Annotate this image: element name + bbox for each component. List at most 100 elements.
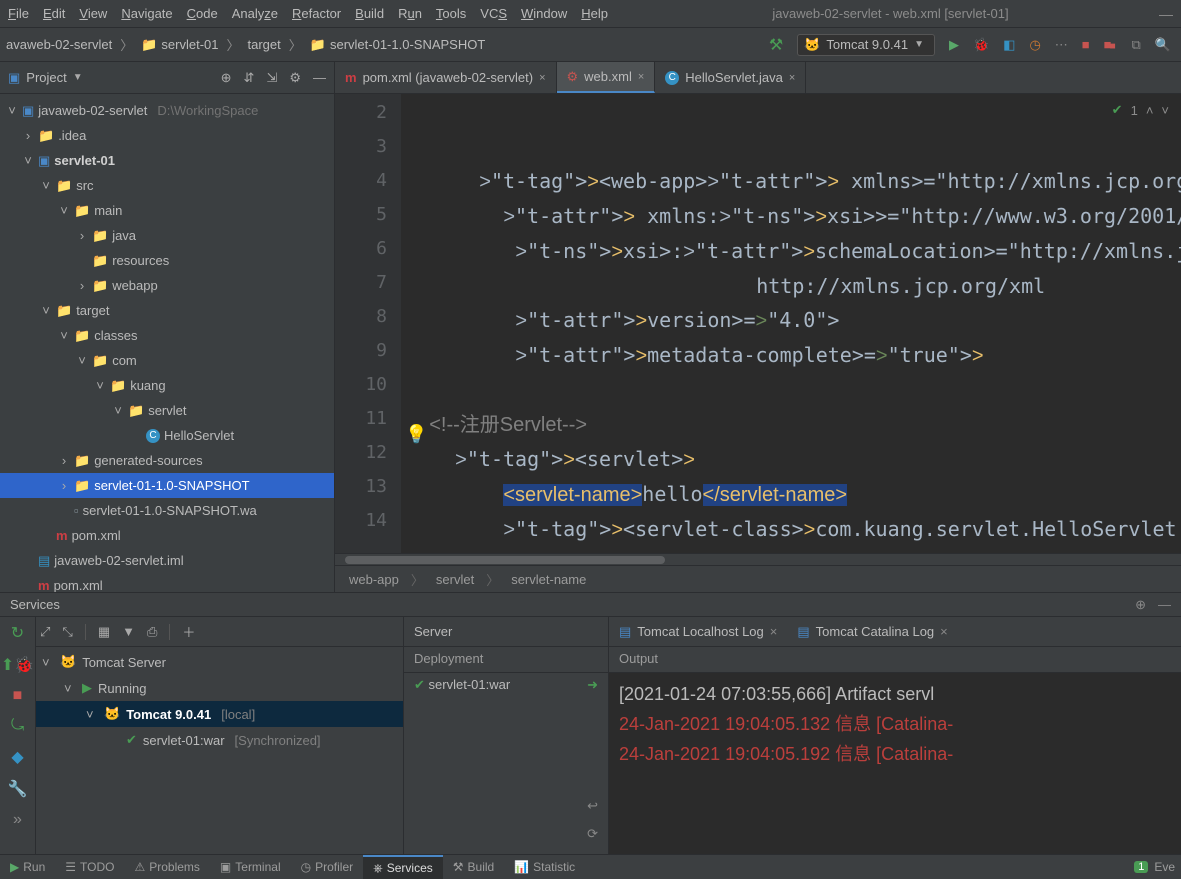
collapse-all-icon[interactable]: ⇲ (266, 70, 277, 86)
services-tree-row[interactable]: ˅🐱Tomcat Server (36, 649, 403, 675)
close-icon[interactable]: × (770, 624, 778, 639)
tree-row[interactable]: mpom.xml (0, 523, 334, 548)
layout-icon[interactable]: ⎙ (147, 624, 157, 640)
menu-navigate[interactable]: Navigate (121, 6, 172, 21)
server-tab[interactable]: Server (414, 624, 452, 639)
tree-row[interactable]: ˅📁target (0, 298, 334, 323)
menu-build[interactable]: Build (355, 6, 384, 21)
tree-row[interactable]: ›📁servlet-01-1.0-SNAPSHOT (0, 473, 334, 498)
editor-tab[interactable]: ⚙web.xml× (557, 62, 656, 93)
stop-button-icon[interactable]: ■ (1082, 37, 1090, 52)
menu-run[interactable]: Run (398, 6, 422, 21)
redeploy-icon[interactable]: ⤿ (11, 717, 24, 735)
tree-arrow-icon[interactable]: ˅ (6, 103, 18, 118)
hide-icon[interactable]: — (1158, 597, 1171, 613)
editor-tab[interactable]: CHelloServlet.java× (655, 62, 806, 93)
close-icon[interactable]: × (539, 72, 545, 84)
menu-vcs[interactable]: VCS (480, 6, 507, 21)
deploy-bug-icon[interactable]: ⬆🐞 (1, 655, 34, 675)
tree-arrow-icon[interactable] (22, 553, 34, 568)
tree-arrow-icon[interactable]: › (58, 453, 70, 468)
menu-window[interactable]: Window (521, 6, 567, 21)
gear-icon[interactable]: ⚙ (289, 70, 301, 86)
inspection-down-icon[interactable]: ˅ (1161, 103, 1169, 118)
crumb-item[interactable]: servlet-name (505, 572, 592, 587)
toolstrip-services[interactable]: ⎈Services (363, 855, 443, 879)
tree-row[interactable]: ˅📁src (0, 173, 334, 198)
menu-tools[interactable]: Tools (436, 6, 466, 21)
coverage-button-icon[interactable]: ◧ (1003, 37, 1015, 53)
menu-analyze[interactable]: Analyze (232, 6, 278, 21)
run-button-icon[interactable]: ▶ (949, 37, 959, 53)
editor-code[interactable]: 💡 >"t-tag">><web-app>>"t-attr">> xmlns>=… (401, 94, 1181, 553)
breadcrumb-item[interactable]: 📁servlet-01 (135, 37, 224, 53)
tree-row[interactable]: CHelloServlet (0, 423, 334, 448)
tree-arrow-icon[interactable] (130, 428, 142, 443)
tree-arrow-icon[interactable]: › (22, 128, 34, 143)
close-icon[interactable]: × (638, 71, 644, 83)
stop-all-icon[interactable]: ■■ (1104, 37, 1112, 52)
tree-arrow-icon[interactable] (58, 503, 70, 518)
tree-row[interactable]: ˅📁classes (0, 323, 334, 348)
breadcrumb-item[interactable]: avaweb-02-servlet (0, 37, 118, 52)
toolstrip-profiler[interactable]: ◷Profiler (291, 860, 364, 874)
expand-all-icon[interactable]: ⇵ (244, 70, 255, 86)
tree-row[interactable]: ›📁webapp (0, 273, 334, 298)
event-count-badge[interactable]: 1 (1134, 861, 1148, 873)
services-tree-row[interactable]: ˅🐱Tomcat 9.0.41[local] (36, 701, 403, 727)
menu-refactor[interactable]: Refactor (292, 6, 341, 21)
attach-icon[interactable]: ⋯ (1055, 37, 1068, 53)
services-tree-row[interactable]: ˅▶Running (36, 675, 403, 701)
locate-file-icon[interactable]: ⊕ (221, 70, 232, 86)
rerun-icon[interactable]: ↻ (11, 623, 24, 643)
crumb-item[interactable]: web-app (343, 572, 405, 587)
tree-row[interactable]: ˅📁kuang (0, 373, 334, 398)
expand-icon[interactable]: ⤢ (40, 624, 50, 640)
settings-blue-icon[interactable]: ◆ (11, 747, 23, 767)
add-service-icon[interactable]: ＋ (182, 622, 195, 641)
filter-icon[interactable]: ▼ (122, 624, 135, 639)
menu-file[interactable]: File (8, 6, 29, 21)
tree-arrow-icon[interactable] (22, 578, 34, 592)
tree-row[interactable]: ›📁generated-sources (0, 448, 334, 473)
tree-arrow-icon[interactable] (76, 253, 88, 268)
tree-row[interactable]: ▤javaweb-02-servlet.iml (0, 548, 334, 573)
tree-arrow-icon[interactable]: › (76, 278, 88, 293)
tree-arrow-icon[interactable]: ˅ (58, 203, 70, 218)
toolstrip-problems[interactable]: ⚠Problems (124, 860, 209, 874)
tree-arrow-icon[interactable]: ˅ (40, 178, 52, 193)
hide-icon[interactable]: — (313, 70, 326, 86)
artifact-row[interactable]: ✔ servlet-01:war ➜ (404, 673, 608, 697)
tree-arrow-icon[interactable]: ˅ (40, 303, 52, 318)
window-minimize-icon[interactable]: — (1159, 6, 1173, 22)
tree-row[interactable]: 📁resources (0, 248, 334, 273)
tree-arrow-icon[interactable]: › (58, 478, 70, 493)
profiler-button-icon[interactable]: ◷ (1029, 37, 1040, 53)
console-output[interactable]: [2021-01-24 07:03:55,666] Artifact servl… (609, 673, 1181, 854)
debug-button-icon[interactable]: 🐞 (973, 37, 989, 53)
toolstrip-run[interactable]: ▶Run (0, 860, 55, 874)
tree-row[interactable]: ˅▣javaweb-02-servletD:\WorkingSpace (0, 98, 334, 123)
tree-arrow-icon[interactable]: ˅ (76, 353, 88, 368)
tree-row[interactable]: ›📁.idea (0, 123, 334, 148)
tree-arrow-icon[interactable]: ˅ (112, 403, 124, 418)
services-tree-row[interactable]: ✔servlet-01:war[Synchronized] (36, 727, 403, 753)
editor-tab[interactable]: mpom.xml (javaweb-02-servlet)× (335, 62, 557, 93)
tree-row[interactable]: ›📁java (0, 223, 334, 248)
tree-row[interactable]: ˅📁main (0, 198, 334, 223)
tree-arrow-icon[interactable] (40, 528, 52, 543)
build-hammer-icon[interactable]: ⚒ (769, 35, 783, 55)
event-log-label[interactable]: Eve (1154, 860, 1175, 874)
group-by-icon[interactable]: ▦ (98, 624, 110, 640)
editor-hscrollbar[interactable] (335, 553, 1181, 565)
tree-row[interactable]: ˅📁com (0, 348, 334, 373)
catalina-log-tab[interactable]: Tomcat Catalina Log (816, 624, 935, 639)
toolstrip-statistic[interactable]: 📊Statistic (504, 860, 585, 874)
wrench-icon[interactable]: 🔧 (8, 779, 28, 799)
services-tree[interactable]: ˅🐱Tomcat Server˅▶Running˅🐱Tomcat 9.0.41[… (36, 647, 403, 854)
collapse-icon[interactable]: ⤡ (62, 624, 72, 640)
breadcrumb-item[interactable]: target (242, 37, 287, 52)
intention-bulb-icon[interactable]: 💡 (405, 417, 427, 451)
tree-row[interactable]: ˅📁servlet (0, 398, 334, 423)
tree-arrow-icon[interactable]: › (76, 228, 88, 243)
